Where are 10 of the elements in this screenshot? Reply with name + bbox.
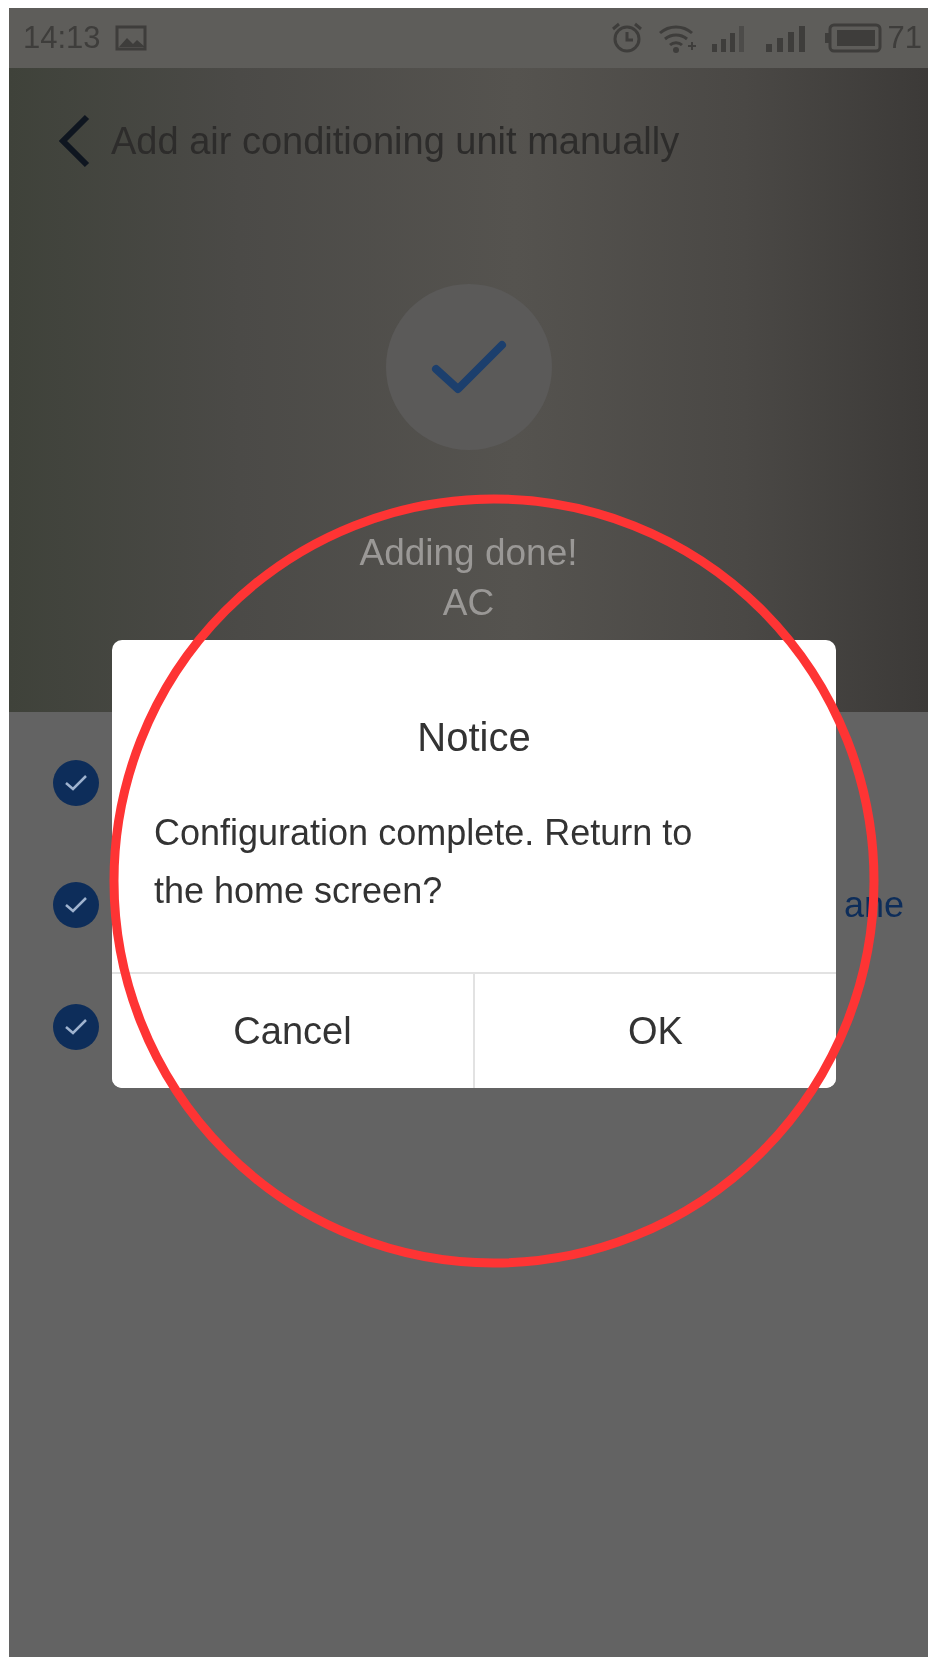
alarm-icon bbox=[609, 21, 644, 55]
device-name: AC bbox=[442, 581, 495, 625]
wifi-icon bbox=[657, 22, 696, 54]
image-icon bbox=[114, 25, 147, 51]
dialog-title: Notice bbox=[416, 714, 532, 761]
checkmark-icon bbox=[430, 339, 507, 395]
ok-button[interactable]: OK bbox=[473, 974, 836, 1088]
battery-icon bbox=[823, 23, 882, 53]
success-message: Adding done! bbox=[359, 531, 578, 575]
dialog-message: Configuration complete. Return to the home screen? bbox=[153, 811, 694, 913]
